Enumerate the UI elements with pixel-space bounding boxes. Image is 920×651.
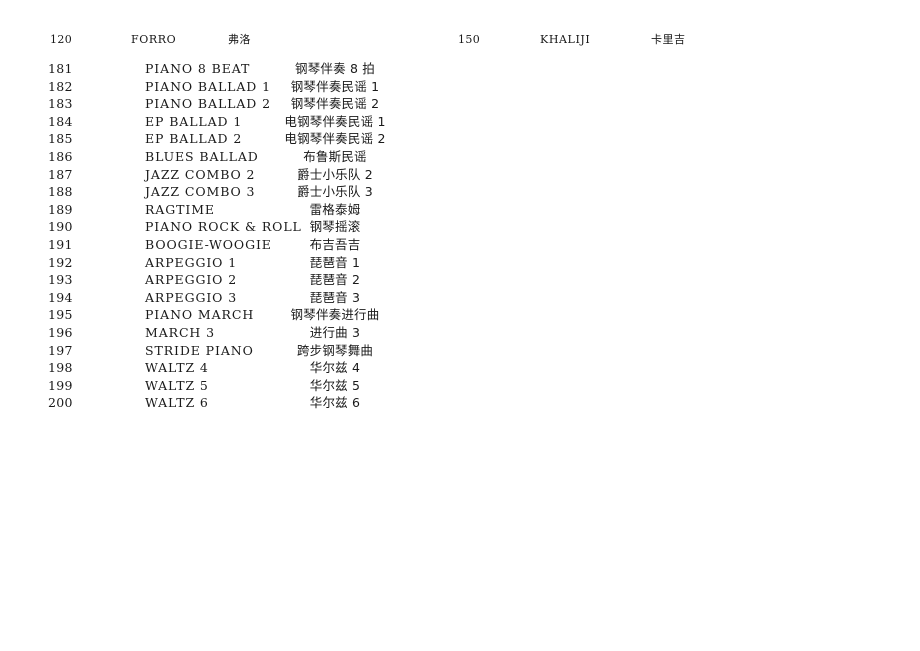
row-name-zh: 钢琴伴奏民谣 2 [290,96,380,112]
row-number: 191 [48,236,73,252]
row-name-en: ARPEGGIO 2 [145,272,238,288]
row-name-en: RAGTIME [145,201,215,217]
row-name-en: PIANO BALLAD 1 [145,78,271,94]
row-name-en: BOOGIE-WOOGIE [145,236,272,252]
row-name-zh: 琵琶音 2 [309,272,361,288]
table-row: 190 PIANO ROCK & ROLL 钢琴摇滚 [0,218,920,236]
row-name-zh: 爵士小乐队 2 [297,166,373,182]
row-number: 181 [48,61,73,76]
table-row: 200 WALTZ 6 华尔兹 6 [0,394,920,412]
row-number: 187 [48,166,73,182]
row-name-zh: 进行曲 3 [309,324,361,340]
row-number: 186 [48,148,73,164]
table-row: 184 EP BALLAD 1 电钢琴伴奏民谣 1 [0,113,920,131]
row-name-zh: 琵琶音 1 [309,254,361,270]
row-name-en: JAZZ COMBO 3 [145,184,256,200]
continuation-left-name-zh: 弗洛 [228,33,251,46]
row-name-en: MARCH 3 [145,324,215,340]
row-name-zh: 电钢琴伴奏民谣 2 [284,131,386,147]
row-name-zh: 布吉吾吉 [309,236,361,252]
document-page: 120 FORRO 弗洛 150 KHALIJI 卡里吉 181 PIANO 8 … [0,0,920,651]
row-number: 194 [48,289,73,305]
row-name-zh: 雷格泰姆 [309,201,361,217]
table-row: 181 PIANO 8 BEAT 钢琴伴奏 8 拍 [0,60,920,78]
row-number: 198 [48,360,73,376]
table-row: 195 PIANO MARCH 钢琴伴奏进行曲 [0,306,920,324]
row-name-en: EP BALLAD 2 [145,131,243,147]
row-number: 193 [48,272,73,288]
row-number: 199 [48,377,73,393]
row-name-en: WALTZ 6 [145,395,209,411]
table-row: 194 ARPEGGIO 3 琵琶音 3 [0,289,920,307]
table-row: 199 WALTZ 5 华尔兹 5 [0,377,920,395]
row-name-en: BLUES BALLAD [145,148,259,164]
table-row: 192 ARPEGGIO 1 琵琶音 1 [0,254,920,272]
style-list: 181 PIANO 8 BEAT 钢琴伴奏 8 拍 182 PIANO BALLAD 1… [0,60,920,412]
continuation-row: 120 FORRO 弗洛 150 KHALIJI 卡里吉 [0,30,920,50]
row-name-zh: 华尔兹 6 [309,395,361,411]
table-row: 183 PIANO BALLAD 2 钢琴伴奏民谣 2 [0,95,920,113]
row-name-zh: 华尔兹 4 [309,360,361,376]
row-name-zh: 电钢琴伴奏民谣 1 [284,113,386,129]
row-number: 185 [48,131,73,147]
continuation-right-name-en: KHALIJI [540,33,591,46]
continuation-left-name-en: FORRO [131,33,177,46]
table-row: 191 BOOGIE-WOOGIE 布吉吾吉 [0,236,920,254]
row-name-en: PIANO 8 BEAT [145,61,251,76]
row-number: 190 [48,219,73,235]
table-row: 193 ARPEGGIO 2 琵琶音 2 [0,271,920,289]
table-row: 187 JAZZ COMBO 2 爵士小乐队 2 [0,166,920,184]
row-number: 200 [48,395,73,411]
row-name-zh: 爵士小乐队 3 [297,184,373,200]
table-row: 196 MARCH 3 进行曲 3 [0,324,920,342]
table-row: 182 PIANO BALLAD 1 钢琴伴奏民谣 1 [0,78,920,96]
table-row: 189 RAGTIME 雷格泰姆 [0,201,920,219]
row-name-en: PIANO MARCH [145,307,255,323]
row-number: 184 [48,113,73,129]
continuation-right-name-zh: 卡里吉 [651,33,686,46]
row-number: 195 [48,307,73,323]
row-name-en: WALTZ 4 [145,360,209,376]
row-name-zh: 钢琴伴奏民谣 1 [290,78,380,94]
table-row: 188 JAZZ COMBO 3 爵士小乐队 3 [0,183,920,201]
row-number: 189 [48,201,73,217]
continuation-right-number: 150 [458,33,481,46]
row-name-en: WALTZ 5 [145,377,209,393]
row-number: 183 [48,96,73,112]
row-name-en: PIANO BALLAD 2 [145,96,271,112]
row-name-en: ARPEGGIO 1 [145,254,238,270]
continuation-left-number: 120 [50,33,73,46]
row-name-en: JAZZ COMBO 2 [145,166,256,182]
table-row: 186 BLUES BALLAD 布鲁斯民谣 [0,148,920,166]
row-name-en: STRIDE PIANO [145,342,254,358]
row-number: 182 [48,78,73,94]
row-name-zh: 钢琴摇滚 [309,219,361,235]
table-row: 197 STRIDE PIANO 跨步钢琴舞曲 [0,342,920,360]
row-name-en: EP BALLAD 1 [145,113,243,129]
table-row: 185 EP BALLAD 2 电钢琴伴奏民谣 2 [0,130,920,148]
row-number: 188 [48,184,73,200]
row-name-zh: 布鲁斯民谣 [303,148,367,164]
table-row: 198 WALTZ 4 华尔兹 4 [0,359,920,377]
row-name-zh: 华尔兹 5 [309,377,361,393]
row-name-zh: 跨步钢琴舞曲 [296,342,374,358]
row-number: 192 [48,254,73,270]
row-number: 196 [48,324,73,340]
row-name-en: ARPEGGIO 3 [145,289,238,305]
row-name-zh: 琵琶音 3 [309,289,361,305]
row-name-zh: 钢琴伴奏进行曲 [290,307,380,323]
row-name-zh: 钢琴伴奏 8 拍 [295,61,375,76]
row-number: 197 [48,342,73,358]
